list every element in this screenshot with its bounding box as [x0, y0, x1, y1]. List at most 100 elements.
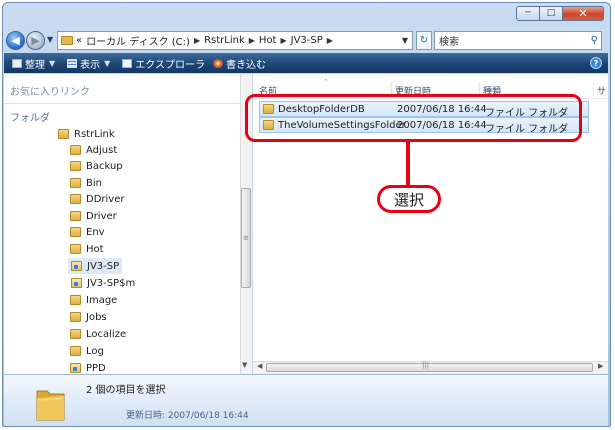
back-arrow-icon: ◀ — [11, 34, 20, 47]
chevron-down-icon: ▼ — [104, 58, 111, 68]
tree-item-label: RstrLink — [74, 128, 115, 140]
help-button[interactable]: ? — [590, 57, 602, 69]
breadcrumb-separator-icon[interactable]: ▶ — [327, 36, 333, 45]
folders-header[interactable]: フォルダ — [10, 109, 50, 124]
tree-item-label: JV3-SP$m — [87, 277, 136, 289]
breadcrumb-hot[interactable]: Hot — [259, 35, 277, 46]
help-icon: ? — [593, 58, 599, 68]
navigation-pane: お気に入りリンク フォルダ ⌄ RstrLink Adjust Backup B… — [4, 74, 253, 374]
scroll-right-arrow-icon[interactable]: ▶ — [598, 362, 603, 370]
organize-label: 整理 — [25, 59, 45, 71]
view-menu[interactable]: 表示 ▼ — [67, 56, 114, 71]
tree-item-label: DDriver — [86, 193, 125, 205]
modified-date-value: 2007/06/18 16:44 — [167, 411, 249, 421]
file-list-scrollbar-thumb[interactable] — [266, 363, 593, 372]
back-button[interactable]: ◀ — [6, 31, 25, 50]
caption-buttons: ─ □ ✕ — [516, 6, 604, 22]
tree-item-ppd[interactable]: PPD — [70, 360, 106, 374]
breadcrumb-separator-icon[interactable]: ▶ — [249, 36, 255, 45]
folder-icon — [61, 36, 73, 45]
breadcrumb-separator-icon[interactable]: ▶ — [194, 36, 200, 45]
breadcrumb-rstrlink[interactable]: RstrLink — [204, 35, 245, 46]
tree-item-label: Adjust — [86, 144, 118, 156]
folder-icon — [70, 145, 81, 155]
tree-item-label: Driver — [86, 210, 117, 222]
burn-disc-icon — [213, 58, 224, 68]
folder-icon — [70, 295, 81, 305]
burn-button[interactable]: 書き込む — [213, 56, 266, 71]
tree-item-label: Jobs — [86, 311, 107, 323]
sort-arrow-icon: ⌃ — [323, 78, 329, 86]
tree-item-driver[interactable]: Driver — [70, 208, 117, 224]
folder-icon — [70, 178, 81, 188]
tree-item-backup[interactable]: Backup — [70, 158, 123, 174]
forward-arrow-icon: ▶ — [31, 34, 40, 47]
folder-icon — [70, 329, 81, 339]
refresh-icon: ↻ — [419, 35, 429, 46]
close-button[interactable]: ✕ — [563, 6, 604, 21]
organize-menu[interactable]: 整理 ▼ — [12, 56, 59, 71]
scroll-down-arrow-icon[interactable]: ▼ — [242, 361, 247, 369]
breadcrumb-separator-icon[interactable]: ▶ — [280, 36, 286, 45]
tree-item-label: Bin — [86, 177, 102, 189]
column-size[interactable]: サ — [597, 84, 606, 97]
breadcrumb-jv3-sp[interactable]: JV3-SP — [291, 35, 323, 46]
burn-label: 書き込む — [226, 59, 267, 71]
refresh-button[interactable]: ↻ — [416, 31, 432, 50]
maximize-button[interactable]: □ — [540, 6, 563, 21]
tree-item-ddriver[interactable]: DDriver — [70, 191, 124, 207]
tree-item-label: Log — [86, 345, 104, 357]
view-label: 表示 — [80, 59, 101, 71]
scroll-left-arrow-icon[interactable]: ◀ — [257, 362, 262, 370]
tree-item-label: JV3-SP — [87, 260, 120, 272]
tree-item-image[interactable]: Image — [70, 292, 117, 308]
tree-item-label: PPD — [86, 362, 106, 374]
explorer-icon — [122, 58, 133, 68]
address-bar[interactable]: « ローカル ディスク (C:) ▶ RstrLink ▶ Hot ▶ JV3-… — [57, 31, 413, 50]
callout-label: 選択 — [377, 185, 441, 213]
tree-item-adjust[interactable]: Adjust — [70, 142, 117, 158]
tree-item-localize[interactable]: Localize — [70, 326, 126, 342]
modified-date-label: 更新日時: — [126, 411, 166, 421]
chevron-down-icon: ▼ — [47, 35, 54, 44]
chevron-down-icon: ▼ — [49, 58, 56, 68]
folder-icon — [70, 346, 81, 356]
tree-item-jv3-sp[interactable]: JV3-SP — [68, 258, 123, 274]
tree-item-rstrlink[interactable]: RstrLink — [58, 126, 115, 142]
command-toolbar: 整理 ▼ 表示 ▼ エクスプローラ 書き込む ? — [4, 53, 608, 73]
folder-icon — [70, 244, 81, 254]
folder-icon — [70, 227, 81, 237]
tree-item-label: Env — [86, 226, 105, 238]
organize-icon — [12, 58, 22, 68]
navigation-bar: ◀ ▶ ▼ « ローカル ディスク (C:) ▶ RstrLink ▶ Hot … — [6, 29, 606, 52]
tree-item-bin[interactable]: Bin — [70, 175, 102, 191]
tree-item-label: Image — [86, 294, 118, 306]
address-dropdown-icon[interactable]: ▼ — [398, 36, 412, 45]
folder-icon — [70, 194, 81, 204]
explorer-button[interactable]: エクスプローラ — [122, 56, 205, 71]
recent-pages-dropdown[interactable]: ▼ — [47, 35, 53, 44]
forward-button[interactable]: ▶ — [26, 31, 45, 50]
favorite-links-header[interactable]: お気に入りリンク — [10, 83, 90, 98]
explorer-label: エクスプローラ — [135, 59, 206, 71]
tree-item-jv3-sp-m[interactable]: JV3-SP$m — [71, 275, 135, 291]
scroll-grip-icon: ||| — [422, 361, 430, 369]
search-input[interactable]: 検索 — [439, 33, 459, 48]
modified-date: 更新日時: 2007/06/18 16:44 — [126, 408, 249, 421]
multiple-folders-icon — [34, 384, 67, 422]
tree-item-jobs[interactable]: Jobs — [70, 309, 107, 325]
tree-item-hot[interactable]: Hot — [70, 241, 104, 257]
tree-item-label: Hot — [86, 243, 104, 255]
tree-item-env[interactable]: Env — [70, 224, 105, 240]
address-overflow[interactable]: « — [76, 35, 82, 46]
details-pane: 2 個の項目を選択 更新日時: 2007/06/18 16:44 — [4, 374, 608, 426]
search-box[interactable]: 検索 ⚲ — [434, 31, 602, 50]
minimize-button[interactable]: ─ — [516, 6, 540, 21]
search-icon[interactable]: ⚲ — [591, 35, 598, 46]
tree-item-log[interactable]: Log — [70, 343, 104, 359]
pane-divider — [4, 103, 252, 104]
selection-highlight-box — [245, 94, 582, 142]
folder-icon — [70, 312, 81, 322]
column-divider[interactable] — [593, 82, 594, 96]
breadcrumb-local-disk[interactable]: ローカル ディスク (C:) — [86, 33, 190, 48]
